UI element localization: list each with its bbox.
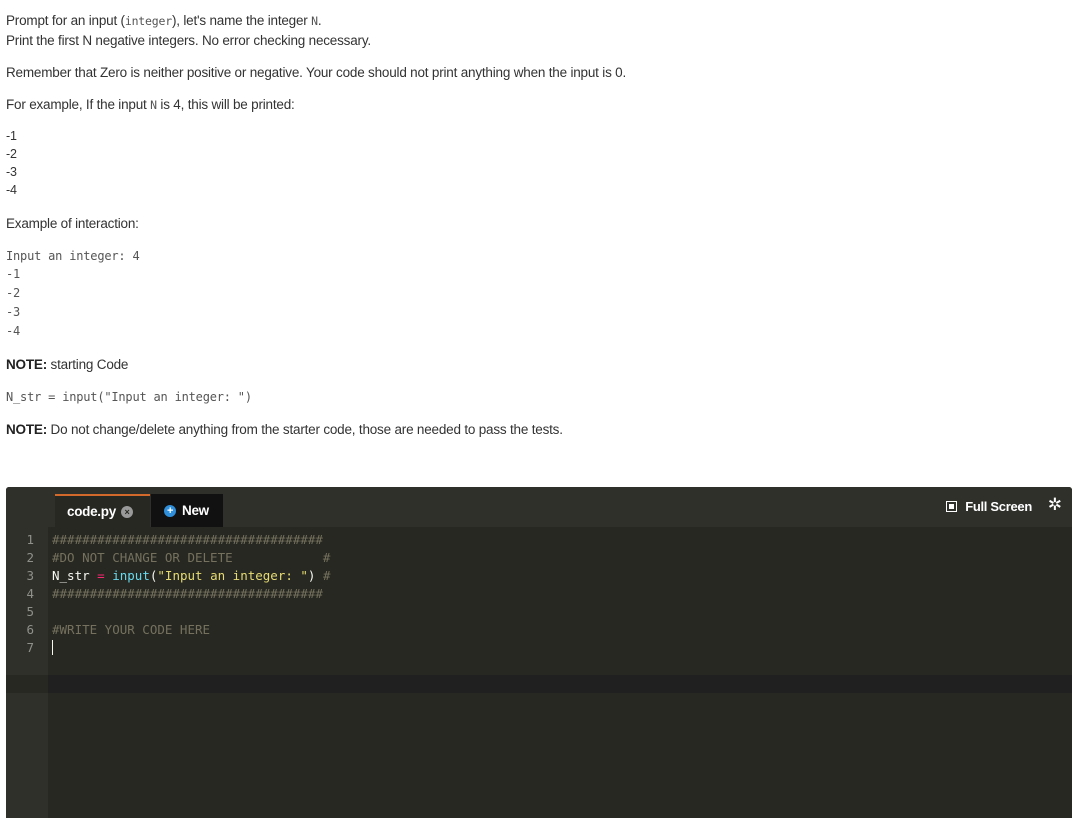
- example-output-line: -3: [6, 165, 17, 179]
- line-number: 3: [26, 568, 34, 583]
- code-identifier: N_str: [52, 568, 90, 583]
- full-screen-label: Full Screen: [965, 499, 1032, 514]
- new-label: New: [182, 503, 209, 518]
- interaction-line: -2: [6, 286, 21, 300]
- active-line-gutter: [6, 675, 48, 693]
- code-operator: =: [97, 568, 105, 583]
- line-number: 2: [26, 550, 34, 565]
- close-icon[interactable]: ×: [120, 505, 133, 518]
- inline-code-n: N: [311, 14, 318, 28]
- text-cursor: [52, 640, 53, 655]
- note-starting-code: NOTE: starting Code: [6, 357, 128, 372]
- prompt-text-end: .: [317, 13, 322, 28]
- line-number: 6: [26, 622, 34, 637]
- prompt-text-mid: ), let's name the integer: [171, 13, 312, 28]
- code-paren: ): [307, 568, 316, 583]
- code-line-1[interactable]: ####################################: [52, 531, 323, 549]
- code-line-6[interactable]: #WRITE YOUR CODE HERE: [52, 621, 210, 639]
- code-line-3[interactable]: N_str = input("Input an integer: ") #: [52, 567, 331, 585]
- interaction-line: -1: [6, 267, 21, 281]
- note-text: starting Code: [47, 357, 129, 372]
- starter-code: N_str = input("Input an integer: "): [6, 390, 252, 404]
- line-number: 7: [26, 640, 34, 655]
- code-line-2[interactable]: #DO NOT CHANGE OR DELETE #: [52, 549, 330, 567]
- example-intro-text: For example, If the input: [6, 97, 151, 112]
- line-number: 4: [26, 586, 34, 601]
- example-output-line: -2: [6, 147, 17, 161]
- active-line-highlight: [48, 675, 1072, 693]
- gear-icon[interactable]: ✲: [1048, 495, 1062, 515]
- inline-code-integer: integer: [124, 14, 172, 28]
- code-line-4[interactable]: ####################################: [52, 585, 323, 603]
- interaction-line: -4: [6, 324, 21, 338]
- interaction-line: -3: [6, 305, 21, 319]
- code-function: input: [112, 568, 150, 583]
- note-do-not-change: NOTE: Do not change/delete anything from…: [6, 422, 563, 437]
- plus-circle-icon: +: [164, 504, 176, 517]
- full-screen-button[interactable]: Full Screen: [946, 499, 1032, 514]
- print-instruction: Print the first N negative integers. No …: [6, 33, 371, 48]
- example-output-line: -4: [6, 183, 17, 197]
- example-intro: For example, If the input N is 4, this w…: [6, 97, 295, 112]
- note-text: Do not change/delete anything from the s…: [47, 422, 563, 437]
- interaction-line: Input an integer: 4: [6, 249, 140, 263]
- example-intro-end: is 4, this will be printed:: [156, 97, 295, 112]
- interaction-label: Example of interaction:: [6, 216, 139, 231]
- code-editor[interactable]: code.py × + New Full Screen ✲ 1 2 3 4 5 …: [6, 487, 1072, 818]
- inline-code-n-2: N: [150, 98, 157, 112]
- example-output-line: -1: [6, 129, 17, 143]
- tab-code-py[interactable]: code.py ×: [55, 494, 150, 527]
- editor-tab-bar: code.py × + New Full Screen ✲: [6, 487, 1072, 527]
- line-number: 5: [26, 604, 34, 619]
- tab-label: code.py: [67, 504, 116, 519]
- prompt-line: Prompt for an input (integer), let's nam…: [6, 13, 322, 28]
- line-number: 1: [26, 532, 34, 547]
- zero-note: Remember that Zero is neither positive o…: [6, 65, 627, 80]
- prompt-text: Prompt for an input (: [6, 13, 125, 28]
- code-comment: #: [322, 568, 331, 583]
- new-file-button[interactable]: + New: [151, 494, 223, 527]
- note-label: NOTE:: [6, 422, 47, 437]
- note-label: NOTE:: [6, 357, 47, 372]
- fullscreen-icon: [946, 501, 958, 512]
- code-string: "Input an integer: ": [157, 568, 308, 583]
